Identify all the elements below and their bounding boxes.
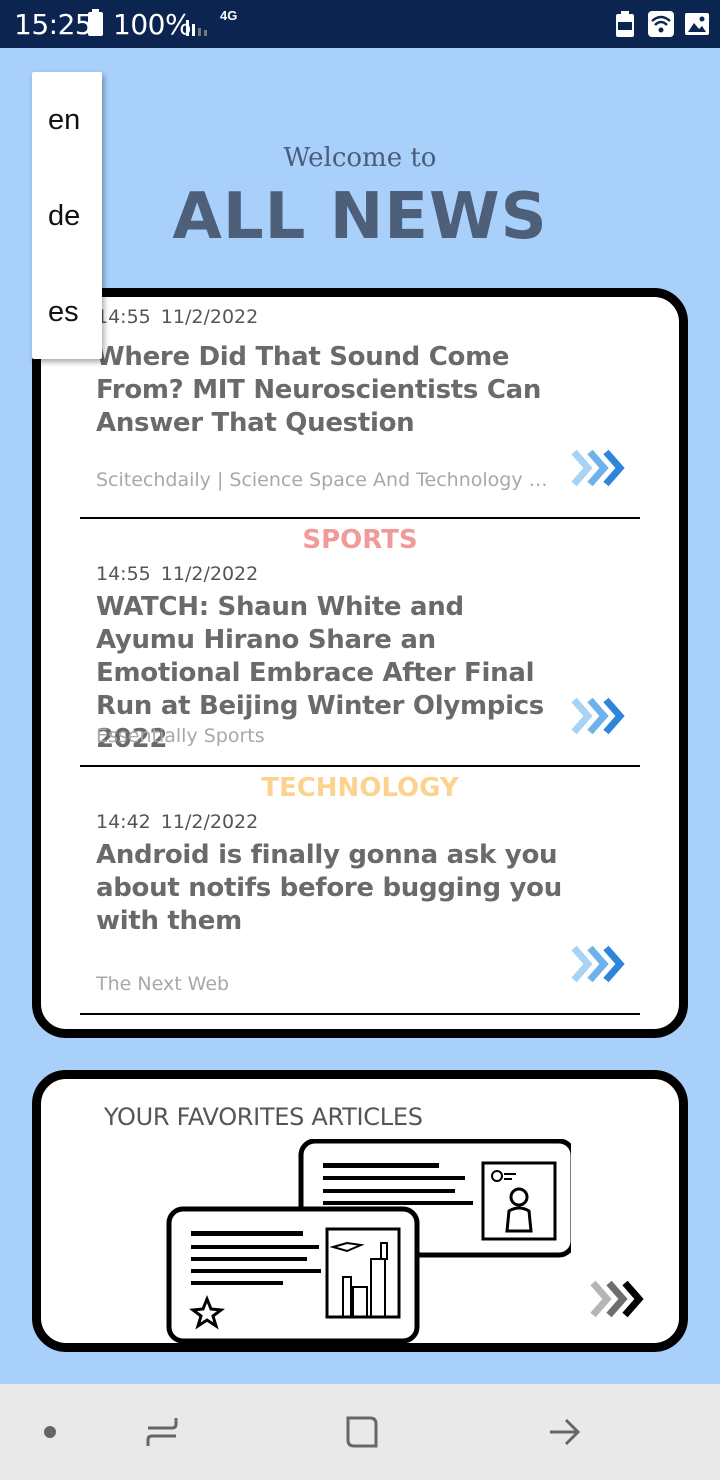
open-article-chevron-icon[interactable] <box>570 448 630 488</box>
news-card: 14:55 11/2/2022 Where Did That Sound Com… <box>32 288 688 1038</box>
news-article[interactable]: 14:55 11/2/2022 Where Did That Sound Com… <box>80 297 640 519</box>
open-article-chevron-icon[interactable] <box>570 696 630 736</box>
welcome-text: Welcome to <box>283 143 437 173</box>
favorites-card[interactable]: YOUR FAVORITES ARTICLES <box>32 1070 688 1352</box>
article-divider <box>80 1013 640 1015</box>
news-article[interactable]: TECHNOLOGY 14:42 11/2/2022 Android is fi… <box>80 767 640 1015</box>
article-time: 14:55 11/2/2022 <box>96 563 259 585</box>
battery-saver-icon <box>616 11 634 37</box>
language-option-en[interactable]: en <box>32 72 102 168</box>
open-article-chevron-icon[interactable] <box>570 944 630 984</box>
article-source: The Next Web <box>96 973 230 995</box>
open-favorites-chevron-icon[interactable] <box>589 1279 649 1319</box>
battery-icon <box>88 9 103 36</box>
back-icon[interactable] <box>544 1412 584 1452</box>
wifi-icon <box>648 11 674 37</box>
recent-apps-icon[interactable] <box>142 1412 182 1452</box>
news-article[interactable]: SPORTS 14:55 11/2/2022 WATCH: Shaun Whit… <box>80 519 640 767</box>
language-option-de[interactable]: de <box>32 168 102 264</box>
dot-icon[interactable] <box>38 1412 62 1452</box>
language-option-es[interactable]: es <box>32 264 102 360</box>
article-category: SPORTS <box>302 525 418 555</box>
article-category: TECHNOLOGY <box>261 773 459 803</box>
article-headline: Where Did That Sound Come From? MIT Neur… <box>96 342 542 438</box>
battery-percent: 100% <box>113 8 192 41</box>
article-headline: Android is finally gonna ask you about n… <box>96 840 562 936</box>
article-source: Scitechdaily | Science Space And Technol… <box>96 469 556 491</box>
network-type: 4G <box>220 8 238 23</box>
news-cards-illustration-icon <box>166 1139 571 1344</box>
news-list[interactable]: 14:55 11/2/2022 Where Did That Sound Com… <box>80 297 640 1029</box>
home-icon[interactable] <box>342 1412 382 1452</box>
system-nav-bar <box>0 1384 720 1480</box>
favorites-title: YOUR FAVORITES ARTICLES <box>104 1103 423 1131</box>
article-source: Essentially Sports <box>96 725 265 747</box>
language-menu: en de es <box>32 72 102 359</box>
signal-icon <box>186 20 207 36</box>
status-bar: 15:25 100% 4G <box>0 0 720 48</box>
article-time: 14:55 11/2/2022 <box>96 306 259 328</box>
app-title: ALL NEWS <box>172 180 548 254</box>
image-icon <box>685 13 709 35</box>
status-time: 15:25 <box>14 8 93 41</box>
article-time: 14:42 11/2/2022 <box>96 811 259 833</box>
